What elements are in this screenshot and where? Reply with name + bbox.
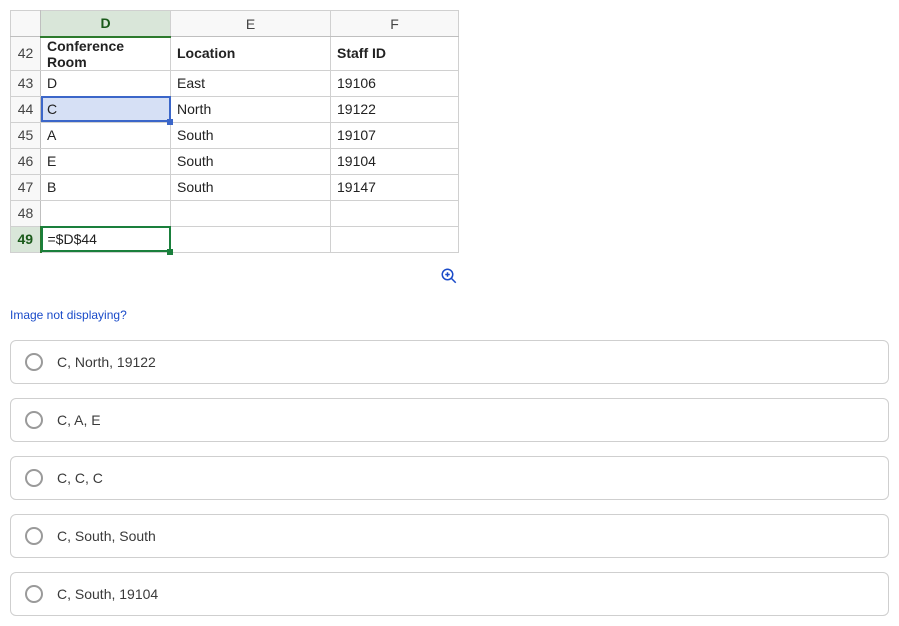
answer-option-label: C, South, 19104 — [57, 586, 158, 602]
cell-f43[interactable]: 19106 — [331, 70, 459, 96]
radio-icon — [25, 527, 43, 545]
image-not-displaying-link[interactable]: Image not displaying? — [10, 308, 127, 322]
column-header-f[interactable]: F — [331, 11, 459, 37]
cell-d44[interactable]: C — [41, 96, 171, 122]
answer-option-label: C, A, E — [57, 412, 101, 428]
cell-f42[interactable]: Staff ID — [331, 37, 459, 71]
radio-icon — [25, 585, 43, 603]
cell-d46[interactable]: E — [41, 148, 171, 174]
radio-icon — [25, 411, 43, 429]
cell-d47[interactable]: B — [41, 174, 171, 200]
radio-icon — [25, 353, 43, 371]
row-header-44[interactable]: 44 — [11, 96, 41, 122]
row-header-49[interactable]: 49 — [11, 226, 41, 252]
column-header-d[interactable]: D — [41, 11, 171, 37]
cell-d45[interactable]: A — [41, 122, 171, 148]
cell-f48[interactable] — [331, 200, 459, 226]
cell-f45[interactable]: 19107 — [331, 122, 459, 148]
row-header-45[interactable]: 45 — [11, 122, 41, 148]
answer-option-4[interactable]: C, South, South — [10, 514, 889, 558]
cell-f47[interactable]: 19147 — [331, 174, 459, 200]
cell-e47[interactable]: South — [171, 174, 331, 200]
answer-options: C, North, 19122 C, A, E C, C, C C, South… — [10, 340, 889, 616]
zoom-in-icon[interactable] — [440, 267, 458, 288]
cell-f49[interactable] — [331, 226, 459, 252]
answer-option-3[interactable]: C, C, C — [10, 456, 889, 500]
cell-e45[interactable]: South — [171, 122, 331, 148]
cell-e44[interactable]: North — [171, 96, 331, 122]
select-all-corner[interactable] — [11, 11, 41, 37]
cell-d42[interactable]: Conference Room — [41, 37, 171, 71]
row-header-46[interactable]: 46 — [11, 148, 41, 174]
answer-option-label: C, C, C — [57, 470, 103, 486]
row-header-48[interactable]: 48 — [11, 200, 41, 226]
row-header-43[interactable]: 43 — [11, 70, 41, 96]
row-header-47[interactable]: 47 — [11, 174, 41, 200]
answer-option-1[interactable]: C, North, 19122 — [10, 340, 889, 384]
cell-e43[interactable]: East — [171, 70, 331, 96]
cell-d43[interactable]: D — [41, 70, 171, 96]
radio-icon — [25, 469, 43, 487]
spreadsheet-grid[interactable]: D E F 42 Conference Room Location Staff … — [10, 10, 459, 253]
answer-option-label: C, North, 19122 — [57, 354, 156, 370]
cell-e49[interactable] — [171, 226, 331, 252]
cell-f46[interactable]: 19104 — [331, 148, 459, 174]
answer-option-2[interactable]: C, A, E — [10, 398, 889, 442]
answer-option-5[interactable]: C, South, 19104 — [10, 572, 889, 616]
cell-d48[interactable] — [41, 200, 171, 226]
cell-f44[interactable]: 19122 — [331, 96, 459, 122]
cell-e48[interactable] — [171, 200, 331, 226]
cell-e46[interactable]: South — [171, 148, 331, 174]
row-header-42[interactable]: 42 — [11, 37, 41, 71]
answer-option-label: C, South, South — [57, 528, 156, 544]
cell-e42[interactable]: Location — [171, 37, 331, 71]
cell-d49[interactable]: =$D$44 — [41, 226, 171, 252]
column-header-e[interactable]: E — [171, 11, 331, 37]
